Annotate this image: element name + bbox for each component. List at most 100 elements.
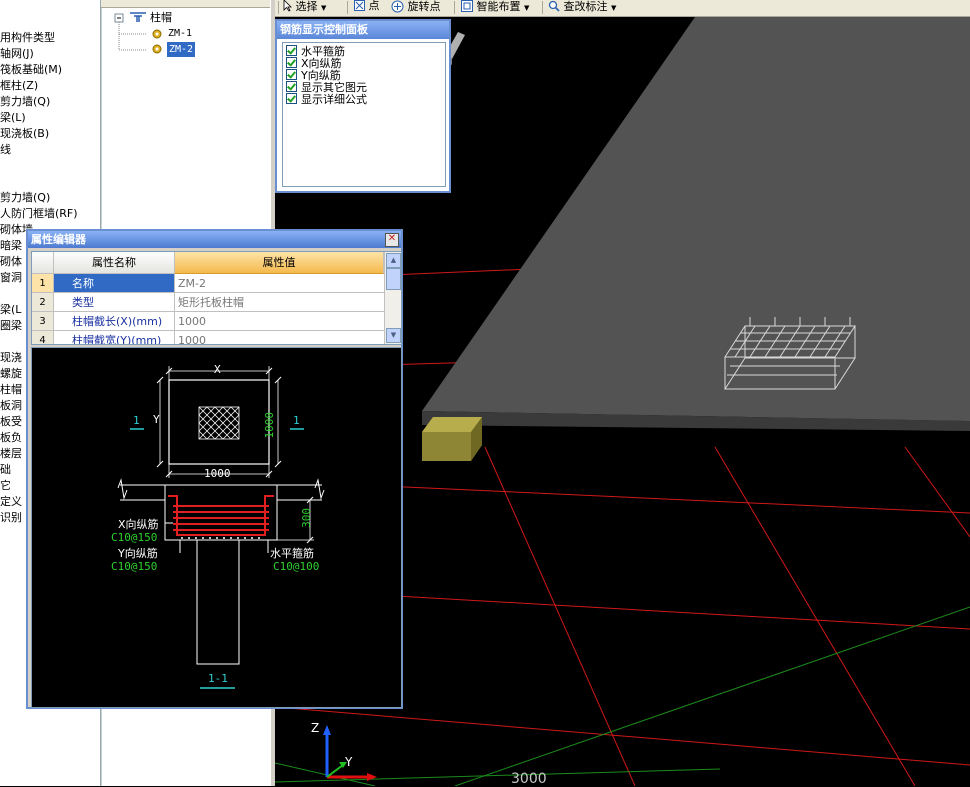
component-type-item[interactable]: 暗梁 xyxy=(0,238,22,253)
property-value[interactable]: 1000 xyxy=(175,331,384,344)
component-type-item[interactable]: 砌体 xyxy=(0,254,22,269)
component-type-item[interactable]: 现浇 xyxy=(0,350,22,365)
dropdown-arrow-icon[interactable]: ▼ xyxy=(321,4,326,12)
tree-header-strip xyxy=(101,0,270,8)
property-name: 类型 xyxy=(54,293,175,312)
property-row[interactable]: 2 类型 矩形托板柱帽 xyxy=(32,293,384,312)
property-value[interactable]: 1000 xyxy=(175,312,384,331)
component-type-item[interactable]: 梁(L) xyxy=(0,110,26,125)
component-type-item[interactable]: 楼层 xyxy=(0,446,22,461)
column-cap-section-drawing: X Y 1000 1000 1 1 X向纵筋 C10@150 Y向纵筋 C10@… xyxy=(31,347,402,708)
select-button[interactable]: 选择 ▼ xyxy=(283,0,326,15)
section-title: 1-1 xyxy=(208,672,228,685)
column-cap-folder-icon xyxy=(129,11,147,26)
component-type-item[interactable]: 框柱(Z) xyxy=(0,78,38,93)
y-rebar-spec: C10@150 xyxy=(111,560,158,573)
component-type-item[interactable]: 柱帽 xyxy=(0,382,22,397)
select-label: 选择 xyxy=(295,0,318,13)
checkbox-show-other-elements[interactable]: 显示其它图元 xyxy=(286,81,367,94)
section-mark-left: 1 xyxy=(133,414,140,427)
component-type-item[interactable]: 轴网(J) xyxy=(0,46,34,61)
section-drawing-graphics xyxy=(117,366,325,689)
h-stirrup-spec: C10@100 xyxy=(273,560,320,573)
tree-item-zm1[interactable]: ZM-1 xyxy=(168,26,192,41)
checkbox-y-rebar[interactable]: Y向纵筋 xyxy=(286,69,341,82)
dropdown-arrow-icon[interactable]: ▼ xyxy=(611,4,616,12)
component-type-item[interactable]: 识别 xyxy=(0,510,22,525)
checkbox-x-rebar[interactable]: X向纵筋 xyxy=(286,57,342,70)
component-type-item[interactable]: 用构件类型 xyxy=(0,30,55,45)
property-name: 名称 xyxy=(54,274,175,293)
drawing-x-label: X xyxy=(214,363,221,376)
checkbox-label: 显示详细公式 xyxy=(301,93,367,106)
grid-corner xyxy=(32,252,54,274)
rotate-point-icon xyxy=(391,0,404,13)
scroll-down-arrow-icon[interactable]: ▼ xyxy=(386,328,401,343)
component-type-item[interactable]: 现浇板(B) xyxy=(0,126,49,141)
scroll-up-arrow-icon[interactable]: ▲ xyxy=(386,253,401,268)
x-rebar-spec: C10@150 xyxy=(111,531,158,544)
grid-line xyxy=(484,446,636,786)
smart-layout-button[interactable]: 智能布置 ▼ xyxy=(461,0,529,15)
component-type-item[interactable]: 剪力墙(Q) xyxy=(0,94,50,109)
property-row[interactable]: 3 柱帽截长(X)(mm) 1000 xyxy=(32,312,384,331)
component-type-item[interactable]: 础 xyxy=(0,462,11,477)
checkbox-icon[interactable] xyxy=(286,45,297,56)
checkbox-icon[interactable] xyxy=(286,57,297,68)
row-number: 2 xyxy=(32,293,54,312)
component-type-item[interactable]: 梁(L xyxy=(0,302,21,317)
tree-item-zm2-selected[interactable]: ZM-2 xyxy=(167,42,196,57)
component-type-item[interactable]: 板受 xyxy=(0,414,22,429)
checkbox-show-detailed-formula[interactable]: 显示详细公式 xyxy=(286,93,367,106)
property-value[interactable]: ZM-2 xyxy=(175,274,384,293)
check-label-button[interactable]: 查改标注 ▼ xyxy=(548,0,616,15)
drawing-y-label: Y xyxy=(153,413,160,426)
component-type-item[interactable]: 线 xyxy=(0,142,11,157)
checkbox-icon[interactable] xyxy=(286,69,297,80)
component-type-item[interactable]: 筏板基础(M) xyxy=(0,62,62,77)
smart-layout-label: 智能布置 xyxy=(476,0,521,13)
column-header-value: 属性值 xyxy=(175,252,384,274)
property-value[interactable]: 矩形托板柱帽 xyxy=(175,293,384,312)
checkbox-icon[interactable] xyxy=(286,81,297,92)
checkbox-horizontal-stirrup[interactable]: 水平箍筋 xyxy=(286,45,345,58)
scroll-thumb[interactable] xyxy=(386,268,401,290)
property-row[interactable]: 4 柱帽截宽(Y)(mm) 1000 xyxy=(32,331,384,344)
property-row[interactable]: 1 名称 ZM-2 xyxy=(32,274,384,293)
axis-z-label: Z xyxy=(311,721,320,735)
dropdown-arrow-icon[interactable]: ▼ xyxy=(524,4,529,12)
component-type-item[interactable]: 板负 xyxy=(0,430,22,445)
property-editor-window: 属性编辑器 ✕ 属性名称 属性值 1 名称 ZM-2 2 类型 矩形托板柱帽 3… xyxy=(26,229,403,709)
component-type-item[interactable]: 它 xyxy=(0,478,11,493)
component-type-item[interactable]: 螺旋 xyxy=(0,366,22,381)
rotate-point-button[interactable]: 旋转点 xyxy=(391,0,441,15)
axis-y-label: Y xyxy=(345,755,353,769)
rebar-display-panel: 钢筋显示控制面板 水平箍筋 X向纵筋 Y向纵筋 显示其它图元 显示详细公式 xyxy=(275,19,451,193)
dimension-label: 3000 xyxy=(511,771,547,787)
component-type-item[interactable]: 板洞 xyxy=(0,398,22,413)
grid-line xyxy=(904,446,970,538)
component-type-item[interactable]: 人防门框墙(RF) xyxy=(0,206,78,221)
row-number: 3 xyxy=(32,312,54,331)
toolbar-separator xyxy=(347,1,348,14)
toolbar-separator xyxy=(454,1,455,14)
axis-gizmo xyxy=(323,725,377,781)
tree-root-column-cap[interactable]: 柱帽 xyxy=(150,10,172,25)
property-name: 柱帽截长(X)(mm) xyxy=(54,312,175,331)
rotate-point-label: 旋转点 xyxy=(407,0,441,13)
grid-scrollbar[interactable]: ▲ ▼ xyxy=(384,252,401,344)
component-type-item[interactable]: 圈梁 xyxy=(0,318,22,333)
y-rebar-label: Y向纵筋 xyxy=(118,547,158,560)
component-type-item[interactable]: 剪力墙(Q) xyxy=(0,190,50,205)
rebar-panel-title: 钢筋显示控制面板 xyxy=(277,21,449,39)
axis-line xyxy=(454,606,970,786)
property-editor-title[interactable]: 属性编辑器 xyxy=(28,231,401,248)
drawing-width-dim: 1000 xyxy=(204,467,231,480)
component-type-item[interactable]: 窗洞 xyxy=(0,270,22,285)
close-button[interactable]: ✕ xyxy=(385,233,399,247)
point-icon xyxy=(354,0,365,12)
point-button[interactable]: 点 xyxy=(354,0,380,15)
point-label: 点 xyxy=(368,0,380,12)
component-type-item[interactable]: 定义 xyxy=(0,494,22,509)
checkbox-icon[interactable] xyxy=(286,93,297,104)
